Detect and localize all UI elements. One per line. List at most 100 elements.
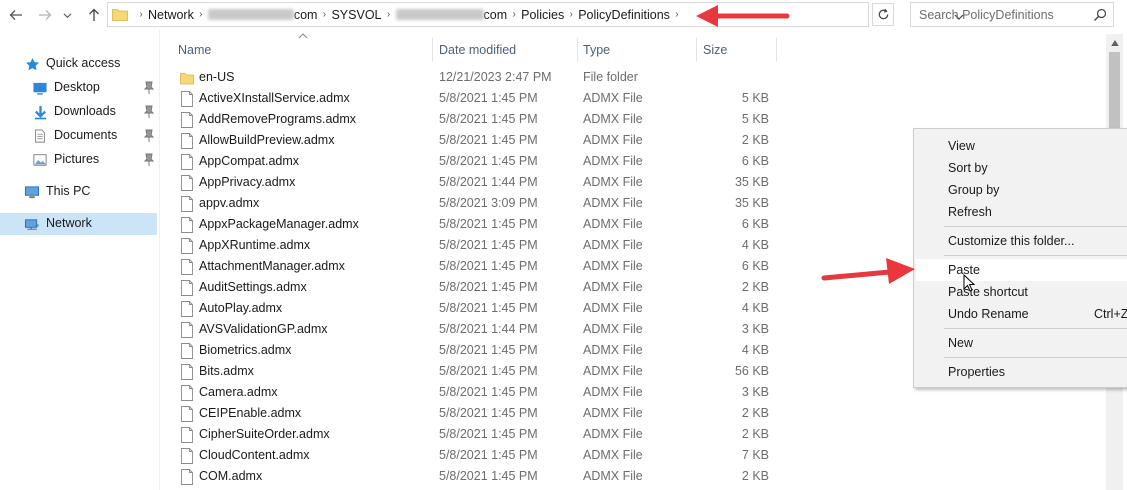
- file-row[interactable]: AddRemovePrograms.admx 5/8/2021 1:45 PM AD…: [177, 109, 777, 130]
- download-icon: [32, 104, 48, 120]
- back-button[interactable]: [6, 5, 26, 25]
- file-row[interactable]: AllowBuildPreview.admx 5/8/2021 1:45 PM AD…: [177, 130, 777, 151]
- breadcrumb-sysvol[interactable]: SYSVOL: [331, 8, 381, 22]
- nav-item-desktop[interactable]: Desktop: [0, 77, 157, 99]
- chevron-right-icon: ›: [569, 9, 573, 20]
- file-name: appv.admx: [199, 196, 260, 210]
- file-type: ADMX File: [583, 112, 643, 126]
- menu-item-view[interactable]: View: [948, 139, 975, 153]
- file-row[interactable]: AppXRuntime.admx 5/8/2021 1:45 PM ADMX Fil…: [177, 235, 777, 256]
- menu-item-refresh[interactable]: Refresh: [948, 205, 992, 219]
- menu-item-customize-folder[interactable]: Customize this folder...: [948, 234, 1074, 248]
- nav-item-quick-access[interactable]: Quick access: [0, 53, 157, 75]
- menu-item-group-by[interactable]: Group by: [948, 183, 999, 197]
- breadcrumb-domain[interactable]: com: [294, 8, 318, 22]
- column-header-size[interactable]: Size: [703, 38, 775, 62]
- menu-item-paste-shortcut[interactable]: Paste shortcut: [948, 285, 1028, 299]
- file-icon: [181, 133, 193, 149]
- column-label: Name: [178, 43, 212, 57]
- file-row[interactable]: CEIPEnable.admx 5/8/2021 1:45 PM ADMX File…: [177, 403, 777, 424]
- chevron-right-icon: ›: [386, 9, 391, 20]
- file-name: COM.admx: [199, 469, 263, 483]
- file-row[interactable]: appv.admx 5/8/2021 3:09 PM ADMX File 35 KB: [177, 193, 777, 214]
- file-row[interactable]: AppCompat.admx 5/8/2021 1:45 PM ADMX File 6…: [177, 151, 777, 172]
- column-divider[interactable]: [577, 38, 578, 62]
- recent-locations-button[interactable]: [60, 5, 74, 25]
- file-date: 5/8/2021 1:45 PM: [439, 217, 538, 231]
- column-header-date[interactable]: Date modified: [439, 38, 577, 62]
- file-date: 5/8/2021 1:45 PM: [439, 301, 538, 315]
- file-icon: [181, 280, 193, 296]
- file-row[interactable]: AVSValidationGP.admx 5/8/2021 1:44 PM ADMX…: [177, 319, 777, 340]
- menu-item-new[interactable]: New: [948, 336, 973, 350]
- file-row[interactable]: CipherSuiteOrder.admx 5/8/2021 1:45 PM ADM…: [177, 424, 777, 445]
- annotation-arrow-icon: [696, 5, 790, 27]
- file-name: AllowBuildPreview.admx: [199, 133, 335, 147]
- file-row[interactable]: CloudContent.admx 5/8/2021 1:45 PM ADMX Fi…: [177, 445, 777, 466]
- file-row[interactable]: ActiveXInstallService.admx 5/8/2021 1:45 …: [177, 88, 777, 109]
- file-row[interactable]: Biometrics.admx 5/8/2021 1:45 PM ADMX File…: [177, 340, 777, 361]
- file-icon: [181, 238, 193, 254]
- column-header-name[interactable]: Name: [178, 38, 433, 62]
- up-button[interactable]: [84, 5, 104, 25]
- file-size: 3 KB: [741, 322, 769, 336]
- nav-item-network[interactable]: Network: [0, 213, 157, 235]
- address-toolbar: › Network › com › SYSVOL › com › Policie…: [0, 0, 1127, 30]
- file-icon: [181, 112, 193, 128]
- file-name: AppCompat.admx: [199, 154, 300, 168]
- file-date: 5/8/2021 1:45 PM: [439, 280, 538, 294]
- file-row[interactable]: Bits.admx 5/8/2021 1:45 PM ADMX File 56 KB: [177, 361, 777, 382]
- column-divider[interactable]: [696, 38, 697, 62]
- breadcrumb-policies[interactable]: Policies: [521, 8, 564, 22]
- file-row[interactable]: AuditSettings.admx 5/8/2021 1:45 PM ADMX F…: [177, 277, 777, 298]
- file-row[interactable]: AppxPackageManager.admx 5/8/2021 1:45 PM A…: [177, 214, 777, 235]
- nav-label: This PC: [46, 184, 91, 198]
- search-box[interactable]: Search PolicyDefinitions: [910, 2, 1114, 27]
- file-name: AppPrivacy.admx: [199, 175, 296, 189]
- nav-item-documents[interactable]: Documents: [0, 125, 157, 147]
- forward-button[interactable]: [35, 5, 55, 25]
- file-size: 2 KB: [741, 133, 769, 147]
- navigation-pane: Quick access Desktop Downloads Documents…: [0, 38, 160, 490]
- file-icon: [181, 301, 193, 317]
- column-header-type[interactable]: Type: [583, 38, 695, 62]
- file-icon: [181, 406, 193, 422]
- file-date: 5/8/2021 1:45 PM: [439, 448, 538, 462]
- menu-item-undo-rename[interactable]: Undo Rename: [948, 307, 1029, 321]
- refresh-button[interactable]: [872, 3, 894, 26]
- file-row[interactable]: en-US 12/21/2023 2:47 PM File folder: [177, 67, 777, 88]
- breadcrumb-network[interactable]: Network: [148, 8, 194, 22]
- column-divider[interactable]: [432, 38, 433, 62]
- file-row[interactable]: COM.admx 5/8/2021 1:45 PM ADMX File 2 KB: [177, 466, 777, 487]
- file-size: 4 KB: [741, 301, 769, 315]
- file-row[interactable]: AppPrivacy.admx 5/8/2021 1:44 PM ADMX File…: [177, 172, 777, 193]
- file-row[interactable]: Camera.admx 5/8/2021 1:45 PM ADMX File 3 KB: [177, 382, 777, 403]
- file-row[interactable]: AttachmentManager.admx 5/8/2021 1:45 PM AD…: [177, 256, 777, 277]
- breadcrumb-domain-2[interactable]: com: [484, 8, 508, 22]
- file-date: 5/8/2021 1:45 PM: [439, 112, 538, 126]
- menu-item-sort-by[interactable]: Sort by: [948, 161, 988, 175]
- scroll-up-button[interactable]: [1106, 34, 1123, 51]
- file-type: File folder: [583, 70, 638, 84]
- breadcrumb-policydefinitions[interactable]: PolicyDefinitions: [578, 8, 670, 22]
- nav-item-this-pc[interactable]: This PC: [0, 181, 157, 203]
- nav-label: Documents: [54, 128, 118, 142]
- chevron-down-icon: [63, 12, 71, 18]
- column-divider[interactable]: [776, 38, 777, 62]
- chevron-right-icon: ›: [139, 9, 143, 20]
- annotation-arrow-icon: [821, 258, 915, 284]
- nav-item-downloads[interactable]: Downloads: [0, 101, 157, 123]
- file-date: 5/8/2021 1:45 PM: [439, 427, 538, 441]
- file-row[interactable]: AutoPlay.admx 5/8/2021 1:45 PM ADMX File 4 …: [177, 298, 777, 319]
- file-size: 6 KB: [741, 217, 769, 231]
- nav-item-pictures[interactable]: Pictures: [0, 149, 157, 171]
- file-name: CEIPEnable.admx: [199, 406, 302, 420]
- file-date: 12/21/2023 2:47 PM: [439, 70, 552, 84]
- scroll-thumb[interactable]: [1109, 52, 1120, 138]
- file-type: ADMX File: [583, 133, 643, 147]
- menu-item-properties[interactable]: Properties: [948, 365, 1005, 379]
- arrow-up-icon: [89, 8, 99, 21]
- file-name: AppxPackageManager.admx: [199, 217, 359, 231]
- file-name: Bits.admx: [199, 364, 254, 378]
- pin-icon: [143, 129, 155, 142]
